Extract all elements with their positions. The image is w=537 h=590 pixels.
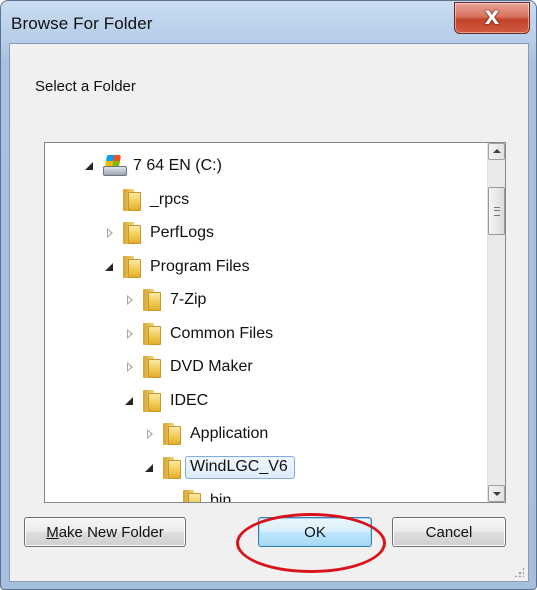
folder-icon [123, 188, 141, 211]
folder-icon [143, 322, 161, 345]
tree-item[interactable]: WindLGC_V6 [143, 453, 295, 483]
window-title: Browse For Folder [11, 14, 153, 33]
tree-item-label: 7-Zip [170, 291, 207, 308]
tree-item[interactable]: _rpcs [103, 185, 189, 215]
tree-item[interactable]: Program Files [103, 252, 250, 282]
expanded-arrow-icon[interactable] [103, 260, 117, 274]
tree-item-label: WindLGC_V6 [185, 456, 295, 479]
dialog-client-area: Select a Folder 7 64 EN (C:) _rpcs PerfLog… [9, 43, 529, 582]
collapsed-arrow-icon[interactable] [143, 427, 157, 441]
folder-icon [163, 423, 181, 445]
tree-item[interactable]: 7-Zip [123, 285, 206, 315]
vertical-scrollbar[interactable] [487, 143, 505, 502]
make-new-folder-button[interactable]: Make New Folder [24, 517, 186, 547]
cancel-button[interactable]: Cancel [392, 517, 506, 547]
tree-item[interactable]: DVD Maker [123, 352, 253, 382]
make-new-folder-accelerator: M [46, 523, 59, 541]
tree-item-label: IDEC [170, 391, 209, 409]
collapsed-arrow-icon[interactable] [123, 327, 137, 341]
cancel-label: Cancel [425, 523, 473, 541]
folder-icon [123, 222, 141, 244]
drive-icon [103, 155, 127, 177]
folder-icon [143, 389, 161, 412]
tree-item-label: bin [210, 492, 232, 503]
ok-label: OK [304, 523, 326, 541]
scroll-thumb[interactable] [488, 187, 505, 235]
browse-for-folder-window: Browse For Folder X Select a Folder 7 64… [0, 0, 537, 590]
tree-item-label: Application [190, 425, 269, 442]
folder-icon [143, 289, 161, 311]
instruction-label: Select a Folder [35, 78, 136, 95]
make-new-folder-label: ake New Folder [58, 523, 164, 541]
tree-item[interactable]: bin [163, 486, 232, 503]
collapsed-arrow-icon[interactable] [103, 226, 117, 240]
tree-item[interactable]: Common Files [123, 319, 273, 349]
title-bar[interactable]: Browse For Folder X [1, 1, 536, 43]
tree-item[interactable]: IDEC [123, 386, 208, 416]
grip-icon [494, 207, 500, 216]
tree-item-label: 7 64 EN (C:) [133, 157, 222, 174]
folder-icon [143, 356, 161, 378]
resize-grip-icon[interactable] [514, 567, 524, 577]
tree-item-label: DVD Maker [170, 358, 253, 375]
close-button[interactable]: X [454, 2, 530, 34]
expanded-arrow-icon[interactable] [143, 461, 157, 475]
tree-item-label: Common Files [170, 324, 274, 342]
tree-item-label: PerfLogs [150, 224, 215, 241]
collapsed-arrow-icon[interactable] [123, 293, 137, 307]
tree-item[interactable]: 7 64 EN (C:) [83, 151, 222, 181]
tree-item[interactable]: PerfLogs [103, 218, 214, 248]
scroll-down-button[interactable] [488, 485, 505, 502]
ok-button[interactable]: OK [258, 517, 372, 547]
folder-icon [183, 490, 201, 502]
tree-item-label: _rpcs [150, 190, 190, 208]
collapsed-arrow-icon[interactable] [123, 360, 137, 374]
scroll-up-button[interactable] [488, 143, 505, 160]
folder-icon [123, 255, 141, 278]
tree-item[interactable]: Application [143, 419, 268, 449]
close-icon: X [484, 7, 500, 29]
folder-tree-view[interactable]: 7 64 EN (C:) _rpcs PerfLogs Program Files 7-… [44, 142, 506, 503]
tree-item-label: Program Files [150, 257, 250, 275]
expanded-arrow-icon[interactable] [83, 159, 97, 173]
expanded-arrow-icon[interactable] [123, 394, 137, 408]
folder-icon [163, 456, 181, 479]
